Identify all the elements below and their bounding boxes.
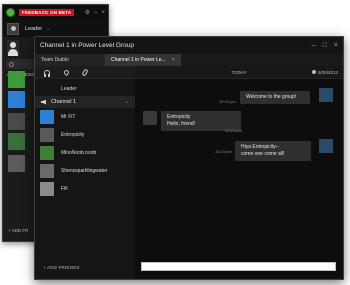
message-time: 10:23 pm: [225, 128, 242, 133]
message-avatar: [319, 88, 333, 102]
friend-tile[interactable]: [8, 71, 25, 88]
member-name: Fifi: [61, 186, 68, 192]
profile-header[interactable]: Leader ⌄: [3, 20, 108, 37]
friend-tile[interactable]: [8, 133, 25, 150]
settings-icon[interactable]: ⚙: [85, 10, 90, 16]
tab-team-diablo[interactable]: Team Diablo: [35, 54, 105, 66]
message-avatar: [319, 139, 333, 153]
message-sender: Entropicity: [167, 114, 191, 120]
message-bubble: Hiya Entropicity– come one come all!: [235, 141, 311, 161]
tab-label: Channel 1 in Power Le...: [111, 57, 166, 63]
friend-tile[interactable]: [8, 91, 25, 108]
member-name: Shenssparklingwater: [61, 168, 108, 174]
message-avatar: [143, 111, 157, 125]
message-input[interactable]: [141, 262, 336, 271]
feedback-on-beta-button[interactable]: FEEDBACK ON BETA: [19, 9, 75, 16]
headset-icon[interactable]: [44, 69, 50, 77]
member-item[interactable]: MinoNoob.noob: [35, 144, 135, 162]
maximize-button[interactable]: □: [323, 42, 327, 49]
tab-close-icon[interactable]: ×: [172, 57, 175, 63]
profile-gamerpic: [7, 22, 19, 35]
desktop: FEEDBACK ON BETA ⚙ – × Leader ⌄ ALL FRIE…: [0, 0, 350, 285]
minimize-button[interactable]: –: [94, 10, 97, 16]
speaker-icon: [41, 99, 46, 105]
member-avatar: [40, 128, 54, 142]
message-text: Hiya Entropicity–: [241, 144, 279, 150]
party-toolbar: [35, 66, 135, 79]
member-name: MinoNoob.noob: [61, 150, 97, 156]
friends-window-titlebar: FEEDBACK ON BETA ⚙ – ×: [3, 5, 108, 20]
message-text: come one come all!: [241, 151, 285, 157]
profile-name: Leader: [25, 25, 43, 32]
friend-tile[interactable]: [8, 113, 25, 130]
member-name: Entropicity: [61, 132, 85, 138]
add-friends-link[interactable]: + ADD FRIENDS: [43, 265, 80, 270]
user-avatar-icon[interactable]: [7, 40, 19, 56]
conversation-header: TODAY 5/30/2012: [135, 66, 343, 79]
member-item[interactable]: Fifi: [35, 180, 135, 198]
chat-body: Leader Channel 1 ⌄ Mr FiT Entropicity Mi…: [35, 66, 343, 279]
friends-window-controls: ⚙ – ×: [85, 10, 105, 16]
xbox-logo-icon: [6, 8, 15, 17]
message-time: 10:23 pm: [219, 99, 236, 104]
group-chat-window: Channel 1 in Power Level Group – □ × Tea…: [34, 36, 344, 280]
member-item[interactable]: Mr FiT: [35, 108, 135, 126]
channel-selector[interactable]: Channel 1 ⌄: [35, 96, 135, 108]
member-list: Mr FiT Entropicity MinoNoob.noob Shenssp…: [35, 108, 135, 198]
message-time: 10:24 pm: [215, 149, 232, 154]
tab-channel-1[interactable]: Channel 1 in Power Le... ×: [105, 54, 181, 66]
member-avatar: [40, 164, 54, 178]
tab-label: Team Diablo: [41, 57, 69, 63]
chevron-down-icon[interactable]: ⌄: [125, 99, 129, 105]
chevron-down-icon[interactable]: ⌄: [46, 26, 50, 32]
minimize-button[interactable]: –: [312, 42, 316, 49]
chat-window-controls: – □ ×: [312, 42, 338, 49]
leader-label: Leader: [61, 85, 77, 92]
message-text: Welcome to the group!: [246, 94, 297, 100]
friend-tile[interactable]: [8, 155, 25, 172]
channel-label: Channel 1: [51, 99, 77, 105]
location-pin-icon[interactable]: [62, 68, 71, 76]
add-friends-link[interactable]: + ADD FR: [8, 228, 28, 233]
chat-window-titlebar: Channel 1 in Power Level Group – □ ×: [35, 37, 343, 54]
close-button[interactable]: ×: [101, 10, 105, 16]
date-divider: TODAY: [231, 69, 247, 75]
chat-tabs: Team Diablo Channel 1 in Power Le... ×: [35, 54, 343, 66]
party-sidebar: Leader Channel 1 ⌄ Mr FiT Entropicity Mi…: [35, 66, 135, 279]
member-avatar: [40, 110, 54, 124]
chat-window-title: Channel 1 in Power Level Group: [40, 42, 134, 49]
close-button[interactable]: ×: [334, 42, 338, 49]
attachment-icon[interactable]: [81, 67, 89, 77]
message-text: Hello, friend!: [167, 121, 196, 127]
conversation-pane: TODAY 5/30/2012 10:23 pm Welcome to the …: [135, 66, 343, 279]
member-avatar: [40, 182, 54, 196]
member-name: Mr FiT: [61, 114, 76, 120]
member-avatar: [40, 146, 54, 160]
member-item[interactable]: Entropicity: [35, 126, 135, 144]
member-item[interactable]: Shenssparklingwater: [35, 162, 135, 180]
message-bubble: Welcome to the group!: [240, 91, 310, 104]
search-icon: [9, 61, 14, 67]
